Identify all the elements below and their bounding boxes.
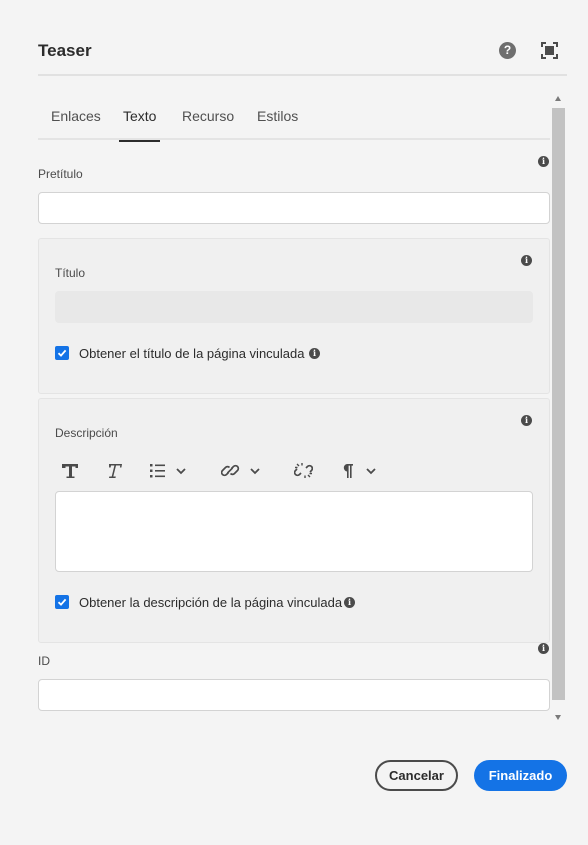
tab-estilos[interactable]: Estilos <box>257 108 298 140</box>
pretitle-input[interactable] <box>38 192 550 224</box>
tab-enlaces[interactable]: Enlaces <box>51 108 101 140</box>
italic-icon[interactable] <box>105 462 123 484</box>
info-icon[interactable]: i <box>538 156 549 167</box>
paragraph-icon[interactable] <box>339 462 381 484</box>
scroll-up-arrow[interactable] <box>555 96 561 101</box>
info-icon[interactable]: i <box>521 415 532 426</box>
description-editor[interactable] <box>55 491 533 572</box>
info-icon[interactable]: i <box>538 643 549 654</box>
id-label: ID <box>38 654 50 668</box>
info-icon[interactable]: i <box>344 597 355 608</box>
cancel-button[interactable]: Cancelar <box>375 760 458 791</box>
tab-recurso[interactable]: Recurso <box>182 108 234 140</box>
tab-list: Enlaces Texto Recurso Estilos <box>38 100 550 142</box>
description-from-page-checkbox[interactable] <box>55 595 69 609</box>
title-label: Título <box>55 266 86 280</box>
description-from-page-label[interactable]: Obtener la descripción de la página vinc… <box>79 595 342 610</box>
pretitle-label: Pretítulo <box>38 167 83 181</box>
scroll-thumb[interactable] <box>552 108 565 700</box>
title-from-page-checkbox[interactable] <box>55 346 69 360</box>
info-icon[interactable]: i <box>309 348 320 359</box>
info-icon[interactable]: i <box>521 255 532 266</box>
unlink-icon[interactable] <box>293 462 314 484</box>
bold-icon[interactable] <box>61 462 79 484</box>
title-input <box>55 291 533 323</box>
tab-texto[interactable]: Texto <box>118 108 162 142</box>
list-icon[interactable] <box>149 462 189 484</box>
description-label: Descripción <box>55 426 118 440</box>
title-from-page-label[interactable]: Obtener el título de la página vinculada <box>79 346 305 361</box>
scrollbar[interactable] <box>552 96 565 720</box>
dialog-title: Teaser <box>38 41 92 60</box>
id-input[interactable] <box>38 679 550 711</box>
fullscreen-icon[interactable] <box>541 42 558 59</box>
help-icon[interactable]: ? <box>499 42 516 59</box>
done-button[interactable]: Finalizado <box>474 760 567 791</box>
link-icon[interactable] <box>220 462 265 484</box>
scroll-down-arrow[interactable] <box>555 715 561 720</box>
header-divider <box>38 74 567 76</box>
